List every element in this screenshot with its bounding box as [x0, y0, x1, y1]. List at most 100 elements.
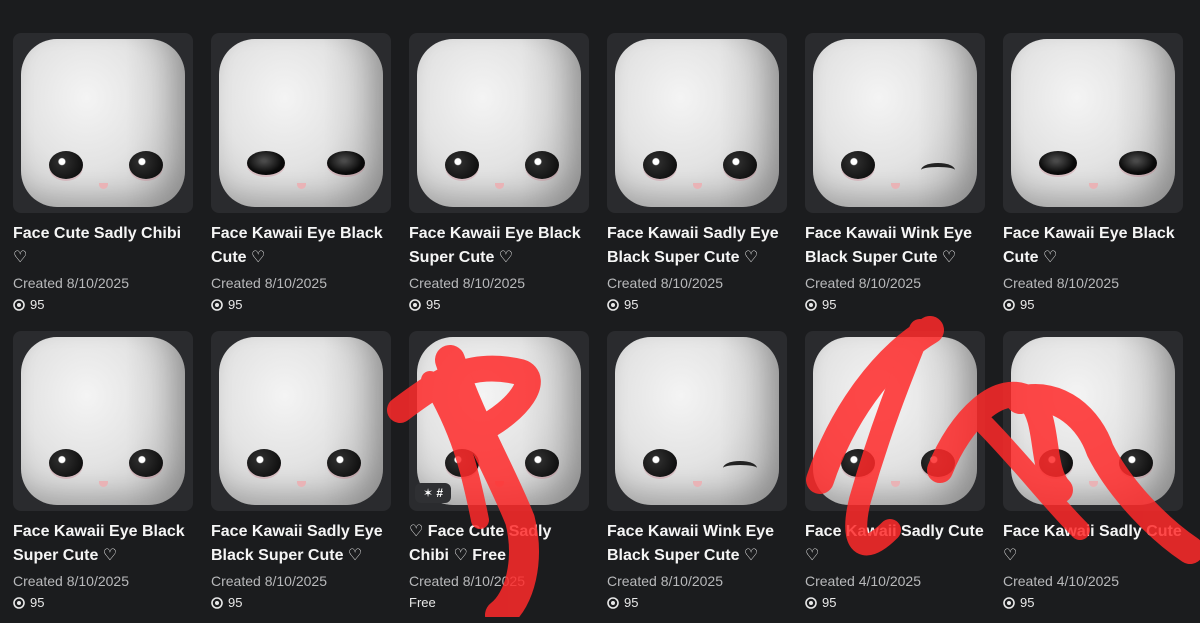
item-thumbnail[interactable] [805, 33, 985, 213]
item-title[interactable]: Face Kawaii Sadly Eye Black Super Cute ♡ [607, 222, 787, 270]
catalog-item-card[interactable]: Face Kawaii Eye Black Cute ♡ Created 8/10… [211, 33, 391, 325]
catalog-item-card[interactable]: Face Kawaii Sadly Cute ♡ Created 4/10/202… [805, 331, 985, 623]
item-title[interactable]: Face Kawaii Wink Eye Black Super Cute ♡ [607, 520, 787, 568]
catalog-item-card[interactable]: Face Kawaii Wink Eye Black Super Cute ♡ C… [607, 331, 787, 623]
item-thumbnail[interactable] [1003, 33, 1183, 213]
item-thumbnail[interactable] [607, 331, 787, 511]
item-title[interactable]: Face Kawaii Sadly Cute ♡ [805, 520, 985, 568]
item-price: 95 [13, 297, 193, 313]
item-price: 95 [211, 297, 391, 313]
face-preview-image [813, 39, 977, 207]
catalog-item-card[interactable]: Face Kawaii Sadly Cute ♡ Created 4/10/202… [1003, 331, 1183, 623]
face-eye [525, 449, 559, 477]
item-title[interactable]: Face Kawaii Eye Black Super Cute ♡ [409, 222, 589, 270]
robux-icon [211, 299, 223, 311]
face-eye [525, 151, 559, 179]
item-price: 95 [607, 297, 787, 313]
face-mouth [495, 481, 504, 487]
face-mouth [891, 183, 900, 189]
item-thumbnail[interactable] [805, 331, 985, 511]
item-created-date: Created 8/10/2025 [211, 275, 327, 291]
face-eye [1119, 449, 1153, 477]
face-eye [247, 449, 281, 477]
face-eye [49, 151, 83, 179]
face-eye [445, 449, 479, 477]
item-thumbnail[interactable] [409, 33, 589, 213]
robux-icon [805, 597, 817, 609]
item-thumbnail[interactable] [211, 33, 391, 213]
robux-icon [607, 597, 619, 609]
item-price: Free [409, 595, 589, 611]
catalog-item-card[interactable]: Face Cute Sadly Chibi ♡ Created 8/10/2025… [13, 33, 193, 325]
item-thumbnail[interactable] [607, 33, 787, 213]
item-price: 95 [1003, 297, 1183, 313]
item-created-date: Created 4/10/2025 [1003, 573, 1119, 589]
item-title[interactable]: Face Kawaii Wink Eye Black Super Cute ♡ [805, 222, 985, 270]
item-price-value: 95 [822, 297, 837, 312]
face-eye [129, 449, 163, 477]
item-title[interactable]: Face Kawaii Eye Black Cute ♡ [1003, 222, 1183, 270]
face-eye [921, 449, 955, 477]
item-created-date: Created 8/10/2025 [607, 275, 723, 291]
robux-icon [13, 299, 25, 311]
item-title[interactable]: Face Kawaii Eye Black Super Cute ♡ [13, 520, 193, 568]
item-created-date: Created 8/10/2025 [211, 573, 327, 589]
item-thumbnail[interactable]: ✶ # [409, 331, 589, 511]
item-title[interactable]: Face Kawaii Eye Black Cute ♡ [211, 222, 391, 270]
item-created-date: Created 8/10/2025 [13, 275, 129, 291]
item-price-value: 95 [822, 595, 837, 610]
item-thumbnail[interactable] [1003, 331, 1183, 511]
catalog-item-card[interactable]: ✶ # ♡ Face Cute Sadly Chibi ♡ Free Created… [409, 331, 589, 623]
face-eye [327, 449, 361, 477]
robux-icon [409, 299, 421, 311]
item-price-value: Free [409, 595, 436, 610]
item-thumbnail[interactable] [13, 331, 193, 511]
face-preview-image [219, 337, 383, 505]
item-price: 95 [13, 595, 193, 611]
face-mouth [693, 183, 702, 189]
item-price-value: 95 [228, 297, 243, 312]
item-created-date: Created 4/10/2025 [805, 573, 921, 589]
face-mouth [495, 183, 504, 189]
item-title[interactable]: ♡ Face Cute Sadly Chibi ♡ Free [409, 520, 589, 568]
face-preview-image [813, 337, 977, 505]
item-created-date: Created 8/10/2025 [805, 275, 921, 291]
catalog-item-card[interactable]: Face Kawaii Eye Black Super Cute ♡ Create… [409, 33, 589, 325]
catalog-item-card[interactable]: Face Kawaii Sadly Eye Black Super Cute ♡… [607, 33, 787, 325]
catalog-item-card[interactable]: Face Kawaii Wink Eye Black Super Cute ♡ C… [805, 33, 985, 325]
item-title[interactable]: Face Cute Sadly Chibi ♡ [13, 222, 193, 270]
item-price: 95 [211, 595, 391, 611]
robux-icon [211, 597, 223, 609]
item-price-value: 95 [624, 595, 639, 610]
robux-icon [1003, 299, 1015, 311]
face-preview-image [1011, 39, 1175, 207]
face-eye [327, 151, 365, 175]
catalog-item-card[interactable]: Face Kawaii Sadly Eye Black Super Cute ♡… [211, 331, 391, 623]
catalog-item-card[interactable]: Face Kawaii Eye Black Cute ♡ Created 8/10… [1003, 33, 1183, 325]
robux-icon [607, 299, 619, 311]
item-created-date: Created 8/10/2025 [409, 275, 525, 291]
face-mouth [297, 481, 306, 487]
face-mouth [891, 481, 900, 487]
item-price: 95 [805, 595, 985, 611]
item-created-date: Created 8/10/2025 [13, 573, 129, 589]
face-eye [643, 151, 677, 179]
item-thumbnail[interactable] [13, 33, 193, 213]
item-price-value: 95 [426, 297, 441, 312]
face-eye [921, 163, 955, 177]
item-title[interactable]: Face Kawaii Sadly Eye Black Super Cute ♡ [211, 520, 391, 568]
face-preview-image [21, 39, 185, 207]
catalog-item-card[interactable]: Face Kawaii Eye Black Super Cute ♡ Create… [13, 331, 193, 623]
catalog-grid: Face Cute Sadly Chibi ♡ Created 8/10/2025… [13, 33, 1183, 623]
face-eye [841, 449, 875, 477]
face-preview-image [219, 39, 383, 207]
item-price-value: 95 [228, 595, 243, 610]
face-mouth [297, 183, 306, 189]
item-thumbnail[interactable] [211, 331, 391, 511]
face-eye [841, 151, 875, 179]
robux-icon [1003, 597, 1015, 609]
face-preview-image [21, 337, 185, 505]
robux-icon [805, 299, 817, 311]
item-title[interactable]: Face Kawaii Sadly Cute ♡ [1003, 520, 1183, 568]
face-eye [723, 461, 757, 475]
